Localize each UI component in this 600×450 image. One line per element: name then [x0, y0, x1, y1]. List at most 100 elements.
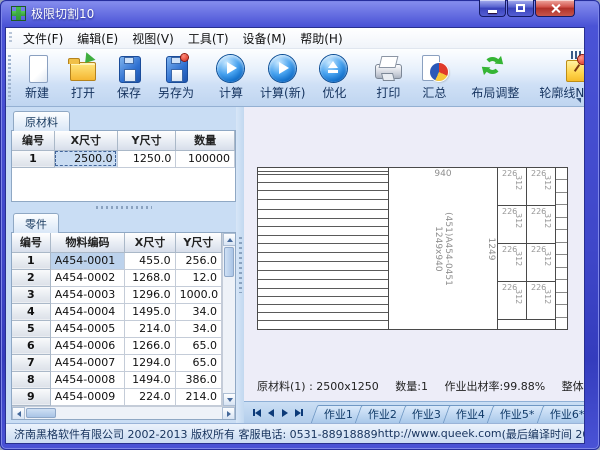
materials-cell[interactable]: 1250.0 [117, 150, 176, 167]
materials-cell[interactable]: 100000 [176, 150, 235, 167]
menu-item-2[interactable]: 编辑(E) [70, 28, 125, 49]
parts-cell[interactable]: 214.0 [175, 388, 221, 405]
parts-cell[interactable]: 1495.0 [125, 303, 175, 320]
parts-cell[interactable]: 1000.0 [175, 286, 221, 303]
toolbar-button-new[interactable]: 新建 [14, 51, 60, 104]
toolbar-button-nccode[interactable]: 轮廓线NC代码 [533, 51, 585, 104]
row-header[interactable]: 1 [12, 150, 54, 167]
row-header[interactable]: 5 [12, 320, 50, 337]
previous-job-button[interactable] [264, 405, 278, 420]
tab-parts[interactable]: 零件 [13, 213, 59, 233]
job-tab-label: 作业1 [324, 406, 353, 423]
vertical-scroll-thumb[interactable] [224, 247, 234, 277]
parts-cell[interactable]: 65.0 [175, 337, 221, 354]
parts-cell[interactable]: 1294.0 [125, 354, 175, 371]
parts-cell[interactable]: A454-0005 [50, 320, 125, 337]
strip-piece [258, 200, 388, 209]
strip-piece [258, 236, 388, 244]
table-row: 8A454-00081494.0386.0 [12, 371, 222, 388]
row-header[interactable]: 4 [12, 303, 50, 320]
first-job-button[interactable] [250, 405, 264, 420]
menu-item-3[interactable]: 视图(V) [125, 28, 181, 49]
parts-cell[interactable]: 455.0 [125, 252, 175, 269]
next-job-button[interactable] [278, 405, 292, 420]
toolbar-button-layout[interactable]: 布局调整 [465, 51, 525, 104]
scroll-left-button[interactable] [12, 407, 25, 420]
toolbar-button-saveas[interactable]: 另存为 [152, 51, 200, 104]
parts-cell[interactable]: A454-0002 [50, 269, 125, 286]
horizontal-splitter[interactable] [11, 202, 236, 212]
parts-vertical-scrollbar[interactable] [222, 233, 235, 406]
parts-cell[interactable]: 1494.0 [125, 371, 175, 388]
cutting-layout-diagram[interactable]: 940 (451)A454-0451 1249x940 1249 2263122… [257, 167, 568, 330]
scroll-right-button[interactable] [222, 407, 235, 420]
parts-cell[interactable]: 34.0 [175, 320, 221, 337]
toolbar-button-save[interactable]: 保存 [106, 51, 152, 104]
job-tab-label: 作业3 [412, 406, 441, 423]
scroll-up-button[interactable] [223, 233, 235, 246]
scroll-down-button[interactable] [223, 393, 235, 406]
last-job-button[interactable] [292, 405, 306, 420]
offcut-tick [556, 180, 567, 192]
left-panel: 原材料 编号X尺寸Y尺寸数量12500.01250.0100000 零件 编号物… [6, 107, 236, 423]
menu-item-5[interactable]: 设备(M) [236, 28, 294, 49]
parts-cell[interactable]: 34.0 [175, 303, 221, 320]
row-header[interactable]: 9 [12, 388, 50, 405]
toolbar-button-optimize[interactable]: 优化 [311, 51, 357, 104]
table-row: 3A454-00031296.01000.0 [12, 286, 222, 303]
row-header[interactable]: 7 [12, 354, 50, 371]
toolbar-button-open[interactable]: 打开 [60, 51, 106, 104]
row-header[interactable]: 2 [12, 269, 50, 286]
table-row: 5A454-0005214.034.0 [12, 320, 222, 337]
row-header[interactable]: 1 [12, 252, 50, 269]
parts-cell[interactable]: 1268.0 [125, 269, 175, 286]
vertical-splitter[interactable] [236, 107, 244, 423]
yield-summary: 原材料(1) : 2500x1250 数量:1 作业出材率:99.88% 整体出… [257, 378, 584, 394]
scroll-track[interactable] [223, 278, 235, 393]
parts-cell[interactable]: A454-0006 [50, 337, 125, 354]
row-header[interactable]: 8 [12, 371, 50, 388]
horizontal-scroll-thumb[interactable] [26, 408, 56, 418]
row-header[interactable]: 3 [12, 286, 50, 303]
parts-cell[interactable]: 12.0 [175, 269, 221, 286]
minimize-button[interactable] [479, 0, 506, 17]
menu-item-4[interactable]: 工具(T) [181, 28, 236, 49]
table-row: 12500.01250.0100000 [12, 150, 235, 167]
parts-cell[interactable]: 386.0 [175, 371, 221, 388]
parts-cell[interactable]: 256.0 [175, 252, 221, 269]
close-button[interactable] [535, 0, 575, 17]
parts-cell[interactable]: A454-0001 [50, 252, 125, 269]
tab-materials[interactable]: 原材料 [13, 111, 70, 131]
parts-cell[interactable]: A454-0009 [50, 388, 125, 405]
parts-horizontal-scrollbar[interactable] [12, 406, 235, 419]
parts-cell[interactable]: 224.0 [125, 388, 175, 405]
parts-cell[interactable]: A454-0007 [50, 354, 125, 371]
parts-cell[interactable]: A454-0004 [50, 303, 125, 320]
small-piece: 226312 [527, 206, 556, 244]
optimize-icon [317, 53, 351, 83]
job-tab-6[interactable]: 作业6* [536, 405, 584, 423]
maximize-button[interactable] [507, 0, 534, 17]
scroll-track[interactable] [57, 407, 222, 419]
calcnew-icon [266, 53, 300, 83]
summary-quantity: 数量:1 [395, 380, 428, 393]
parts-cell[interactable]: A454-0008 [50, 371, 125, 388]
parts-cell[interactable]: 1296.0 [125, 286, 175, 303]
layout-icon [478, 53, 512, 83]
row-header[interactable]: 6 [12, 337, 50, 354]
offcut-tick [556, 255, 567, 267]
menu-item-1[interactable]: 文件(F) [16, 28, 70, 49]
parts-cell[interactable]: 65.0 [175, 354, 221, 371]
title-bar: 极限切割10 [5, 0, 585, 27]
toolbar-button-calcnew[interactable]: 计算(新) [254, 51, 311, 104]
toolbar-button-print[interactable]: 打印 [365, 51, 411, 104]
menu-item-6[interactable]: 帮助(H) [293, 28, 349, 49]
toolbar-more-icon[interactable] [576, 98, 581, 103]
toolbar-button-summary[interactable]: 汇总 [411, 51, 457, 104]
arrow-down-icon [227, 398, 233, 402]
parts-cell[interactable]: A454-0003 [50, 286, 125, 303]
toolbar-button-calc[interactable]: 计算 [208, 51, 254, 104]
parts-cell[interactable]: 1266.0 [125, 337, 175, 354]
materials-cell[interactable]: 2500.0 [54, 150, 117, 167]
parts-cell[interactable]: 214.0 [125, 320, 175, 337]
